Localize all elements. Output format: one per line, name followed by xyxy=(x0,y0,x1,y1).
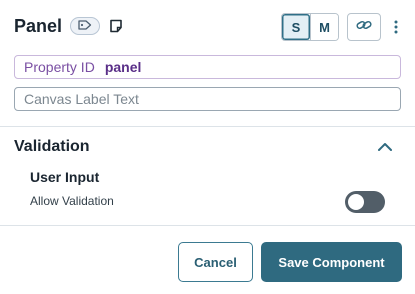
link-button[interactable] xyxy=(347,13,381,41)
size-small-button[interactable]: S xyxy=(282,14,310,40)
panel-header: Panel S M xyxy=(0,0,415,54)
canvas-label-input[interactable]: Canvas Label Text xyxy=(14,87,401,111)
property-id-field[interactable]: Property ID panel xyxy=(14,55,401,79)
allow-validation-label: Allow Validation xyxy=(30,194,114,208)
cancel-button[interactable]: Cancel xyxy=(178,242,253,282)
size-medium-button[interactable]: M xyxy=(309,14,338,40)
kebab-menu-icon[interactable] xyxy=(388,13,404,41)
validation-section-title: Validation xyxy=(14,138,90,155)
tag-button[interactable] xyxy=(70,17,100,35)
canvas-label-placeholder: Canvas Label Text xyxy=(24,91,139,107)
link-icon xyxy=(356,18,372,36)
panel-title: Panel xyxy=(14,16,63,36)
allow-validation-toggle[interactable] xyxy=(345,191,385,213)
section-divider xyxy=(0,126,415,127)
save-component-button[interactable]: Save Component xyxy=(261,242,402,282)
property-id-value: panel xyxy=(104,59,142,75)
property-id-label: Property ID xyxy=(24,59,95,75)
size-toggle-group: S M xyxy=(281,13,339,41)
toggle-knob xyxy=(348,194,364,210)
footer-divider xyxy=(0,225,415,226)
sticky-note-icon[interactable] xyxy=(108,17,124,35)
user-input-heading: User Input xyxy=(30,169,100,185)
chevron-up-icon[interactable] xyxy=(376,140,394,154)
tag-icon xyxy=(78,17,92,35)
